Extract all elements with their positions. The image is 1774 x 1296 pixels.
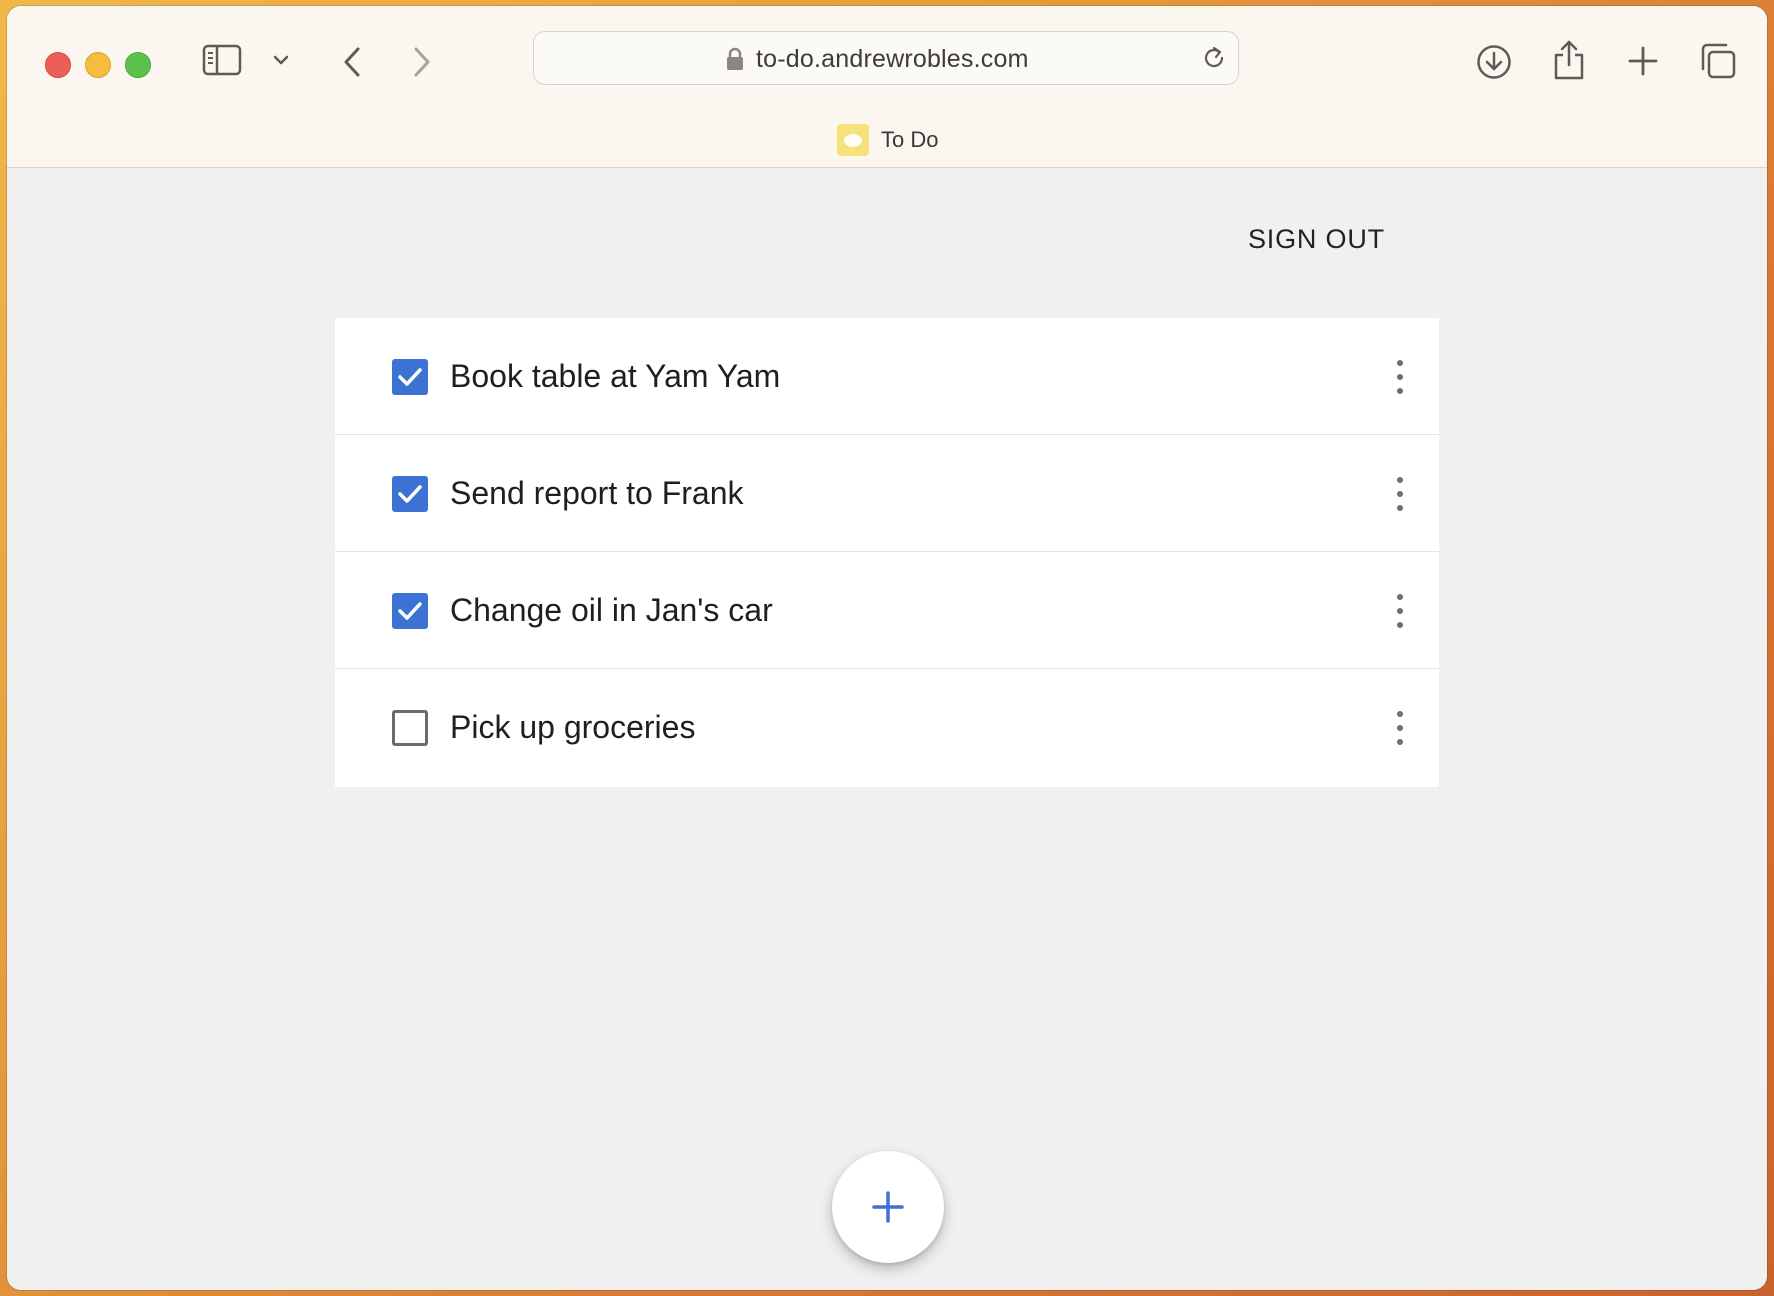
- address-bar[interactable]: to-do.andrewrobles.com: [533, 31, 1239, 85]
- more-vert-icon[interactable]: [1395, 477, 1405, 511]
- todo-checkbox[interactable]: [392, 476, 428, 512]
- page-content: SIGN OUT Book table at Yam Yam Send repo…: [7, 168, 1767, 1290]
- tab-overview-icon[interactable]: [1699, 42, 1737, 80]
- more-vert-icon[interactable]: [1395, 360, 1405, 394]
- todo-item: Pick up groceries: [335, 669, 1439, 787]
- todo-text: Book table at Yam Yam: [450, 358, 781, 394]
- sidebar-toggle-icon[interactable]: [200, 42, 244, 78]
- todo-checkbox[interactable]: [392, 710, 428, 746]
- favicon-icon: [837, 124, 869, 156]
- tab-title: To Do: [881, 127, 939, 152]
- back-icon[interactable]: [339, 44, 365, 80]
- address-text: to-do.andrewrobles.com: [756, 45, 1029, 73]
- share-icon[interactable]: [1553, 38, 1585, 82]
- chevron-down-icon[interactable]: [271, 52, 291, 68]
- todo-list: Book table at Yam Yam Send report to Fra…: [335, 318, 1439, 787]
- more-vert-icon[interactable]: [1395, 594, 1405, 628]
- minimize-window-button[interactable]: [85, 52, 111, 78]
- lock-icon: [726, 47, 744, 76]
- sign-out-button[interactable]: SIGN OUT: [1248, 224, 1385, 255]
- forward-icon[interactable]: [409, 44, 435, 80]
- zoom-window-button[interactable]: [125, 52, 151, 78]
- browser-toolbar: to-do.andrewrobles.com To Do: [7, 6, 1767, 168]
- close-window-button[interactable]: [45, 52, 71, 78]
- todo-text: Pick up groceries: [450, 709, 696, 745]
- todo-item: Book table at Yam Yam: [335, 318, 1439, 435]
- more-vert-icon[interactable]: [1395, 711, 1405, 745]
- browser-window: to-do.andrewrobles.com To Do SIGN OUT Bo…: [7, 6, 1767, 1290]
- downloads-icon[interactable]: [1476, 44, 1512, 80]
- todo-item: Send report to Frank: [335, 435, 1439, 552]
- tab-to-do[interactable]: To Do: [837, 122, 938, 158]
- todo-text: Send report to Frank: [450, 475, 744, 511]
- add-todo-button[interactable]: [832, 1151, 944, 1263]
- todo-checkbox[interactable]: [392, 359, 428, 395]
- todo-text: Change oil in Jan's car: [450, 592, 773, 628]
- todo-item: Change oil in Jan's car: [335, 552, 1439, 669]
- todo-checkbox[interactable]: [392, 593, 428, 629]
- reload-icon[interactable]: [1200, 44, 1228, 77]
- new-tab-icon[interactable]: [1628, 46, 1658, 76]
- plus-icon: [872, 1191, 904, 1223]
